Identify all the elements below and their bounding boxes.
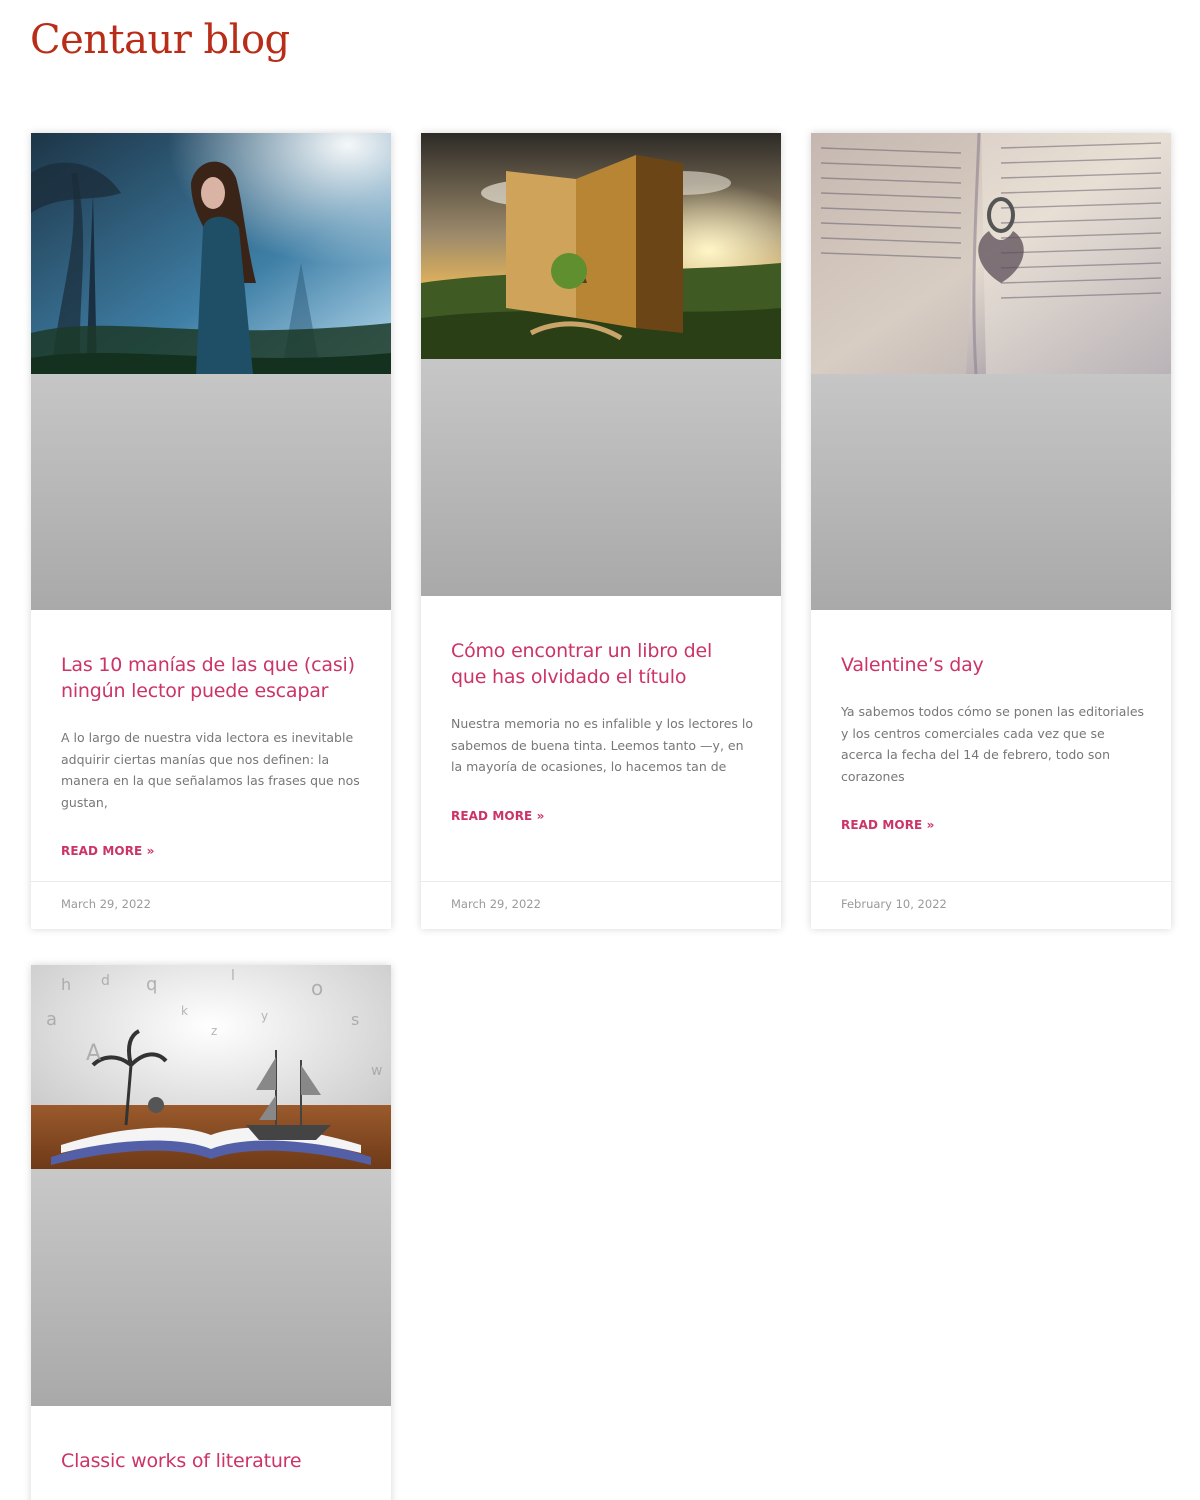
read-more-link[interactable]: READ MORE » xyxy=(451,809,544,823)
post-thumbnail[interactable]: h d q l o s a k y w z A xyxy=(31,965,391,1406)
svg-text:h: h xyxy=(61,975,71,994)
svg-text:k: k xyxy=(181,1004,188,1018)
post-title[interactable]: Classic works of literature xyxy=(61,1448,363,1474)
svg-text:y: y xyxy=(261,1009,268,1023)
post-title[interactable]: Cómo encontrar un libro del que has olvi… xyxy=(451,638,753,690)
post-card: Valentine’s day Ya sabemos todos cómo se… xyxy=(811,133,1171,929)
svg-text:o: o xyxy=(311,976,323,1000)
svg-text:d: d xyxy=(101,973,110,989)
ring-heart-shadow-book-image[interactable] xyxy=(811,133,1171,374)
post-date: February 10, 2022 xyxy=(841,897,947,911)
pop-up-book-pirate-ship-image[interactable]: h d q l o s a k y w z A xyxy=(31,965,391,1169)
svg-text:z: z xyxy=(211,1024,217,1038)
post-meta: March 29, 2022 xyxy=(31,881,391,928)
post-meta: February 10, 2022 xyxy=(811,881,1171,928)
giant-open-book-landscape-image[interactable] xyxy=(421,133,781,359)
post-thumbnail[interactable] xyxy=(31,133,391,610)
post-thumbnail[interactable] xyxy=(421,133,781,596)
svg-text:A: A xyxy=(86,1041,101,1066)
post-date: March 29, 2022 xyxy=(451,897,541,911)
read-more-link[interactable]: READ MORE » xyxy=(61,844,154,858)
post-excerpt: A lo largo de nuestra vida lectora es in… xyxy=(61,730,360,810)
post-excerpt: Ya sabemos todos cómo se ponen las edito… xyxy=(841,704,1145,784)
post-meta: March 29, 2022 xyxy=(421,881,781,928)
post-card: Cómo encontrar un libro del que has olvi… xyxy=(421,133,781,929)
svg-text:q: q xyxy=(146,974,157,995)
site-title[interactable]: Centaur blog xyxy=(30,14,290,66)
post-card: Las 10 manías de las que (casi) ningún l… xyxy=(31,133,391,929)
post-title[interactable]: Valentine’s day xyxy=(841,652,1143,678)
post-excerpt: Nuestra memoria no es infalible y los le… xyxy=(451,716,754,774)
svg-text:a: a xyxy=(46,1009,57,1030)
post-thumbnail[interactable] xyxy=(811,133,1171,610)
post-date: March 29, 2022 xyxy=(61,897,151,911)
read-more-link[interactable]: READ MORE » xyxy=(841,818,934,832)
svg-text:l: l xyxy=(231,968,235,984)
svg-text:w: w xyxy=(371,1063,382,1079)
svg-text:s: s xyxy=(351,1010,359,1029)
post-title[interactable]: Las 10 manías de las que (casi) ningún l… xyxy=(61,652,363,704)
post-card: h d q l o s a k y w z A Classic works of liter… xyxy=(31,965,391,1500)
woman-in-misty-forest-image[interactable] xyxy=(31,133,391,374)
